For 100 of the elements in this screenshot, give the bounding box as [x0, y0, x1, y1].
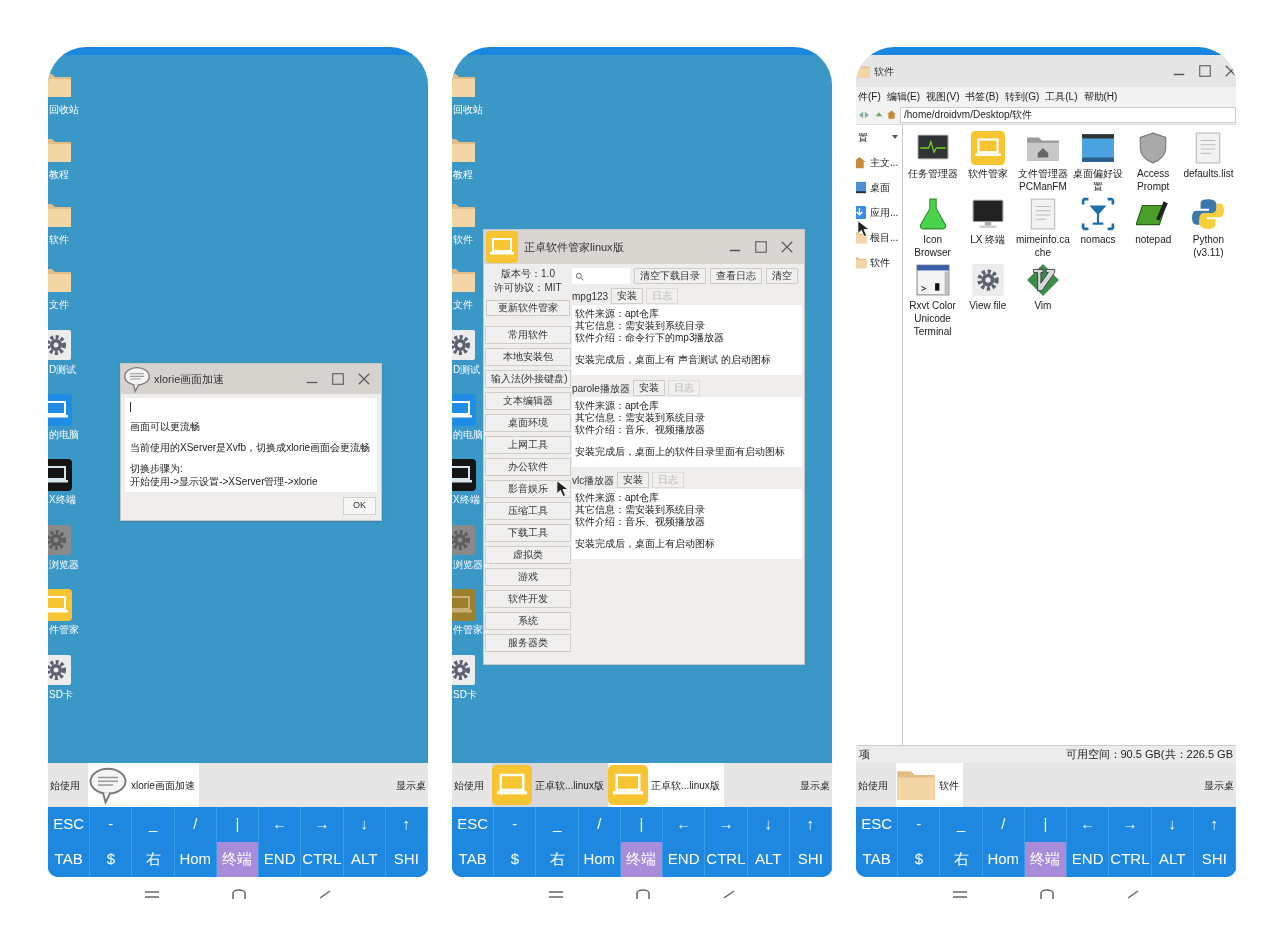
menu-item[interactable]: 书签(B): [965, 88, 999, 104]
terminal-icon[interactable]: [915, 263, 950, 297]
file-label[interactable]: Python (v3.11): [1181, 233, 1236, 259]
menu-icon[interactable]: [143, 889, 160, 899]
toolbar-button[interactable]: 清空下载目录: [634, 268, 706, 284]
file-label[interactable]: notepad: [1126, 233, 1181, 246]
taskbar-item[interactable]: xlorie画面加速: [88, 763, 199, 807]
category-button[interactable]: 压缩工具: [485, 502, 571, 520]
keyboard-key[interactable]: TAB: [856, 842, 899, 877]
show-desktop-button[interactable]: 显示桌: [396, 777, 426, 793]
start-button[interactable]: 始使用: [50, 777, 80, 793]
start-button[interactable]: 始使用: [858, 777, 888, 793]
file-label[interactable]: Icon Browser: [905, 233, 960, 259]
keyboard-key[interactable]: CTRL: [705, 842, 748, 877]
install-button[interactable]: 安装: [632, 380, 665, 396]
close-icon[interactable]: [780, 240, 794, 254]
file-label[interactable]: LX 终端: [960, 233, 1015, 246]
keyboard-key[interactable]: TAB: [48, 842, 91, 877]
file-label[interactable]: 文件管理器 PCManFM: [1015, 167, 1070, 193]
file-label[interactable]: Rxvt Color Unicode Terminal: [905, 299, 960, 338]
toolbar-button[interactable]: 清空: [766, 268, 798, 284]
keyboard-key[interactable]: CTRL: [1109, 842, 1152, 877]
close-icon[interactable]: [1224, 64, 1236, 78]
menu-item[interactable]: 工具(L): [1045, 88, 1078, 104]
keyboard-key[interactable]: CTRL: [301, 842, 344, 877]
menu-icon[interactable]: [547, 889, 564, 899]
path-field[interactable]: /home/droidvm/Desktop/软件: [900, 106, 1236, 123]
taskbar-item[interactable]: 正卓软...linux版: [492, 763, 608, 807]
place-item[interactable]: 根目...: [870, 229, 899, 245]
file-label[interactable]: 软件管家: [960, 167, 1015, 180]
category-button[interactable]: 常用软件: [485, 326, 571, 344]
file-label[interactable]: 任务管理器: [905, 167, 960, 180]
gear-icon[interactable]: [48, 329, 72, 361]
cocktail-glass-icon[interactable]: [1081, 197, 1116, 231]
file-label[interactable]: defaults.list: [1181, 167, 1236, 180]
download-icon[interactable]: [856, 204, 867, 220]
home-icon[interactable]: [231, 889, 247, 899]
install-button[interactable]: 安装: [611, 288, 644, 304]
category-button[interactable]: 服务器类: [485, 634, 571, 652]
category-button[interactable]: 系统: [485, 612, 571, 630]
v-logo-icon[interactable]: [1025, 263, 1060, 297]
file-label[interactable]: nomacs: [1071, 233, 1126, 246]
category-button[interactable]: 桌面环境: [485, 414, 571, 432]
place-item[interactable]: 桌面: [870, 179, 890, 195]
dropdown-caret-icon[interactable]: [892, 135, 898, 139]
gear-icon[interactable]: [452, 654, 476, 686]
maximize-icon[interactable]: [1198, 64, 1212, 78]
category-button[interactable]: 输入法(外接键盘): [485, 370, 571, 388]
category-button[interactable]: 虚拟类: [485, 546, 571, 564]
file-label[interactable]: Access Prompt: [1126, 167, 1181, 193]
file-label[interactable]: 桌面偏好设置: [1071, 167, 1126, 193]
category-button[interactable]: 办公软件: [485, 458, 571, 476]
monitor-icon[interactable]: [970, 197, 1005, 231]
keyboard-key[interactable]: TAB: [452, 842, 495, 877]
window-icon[interactable]: [1081, 131, 1116, 165]
house-icon[interactable]: [886, 109, 897, 120]
update-button[interactable]: 更新软件管家: [486, 300, 570, 316]
gear-icon[interactable]: [452, 329, 476, 361]
snake-logo-icon[interactable]: [1191, 197, 1226, 231]
gear-icon[interactable]: [48, 654, 72, 686]
category-button[interactable]: 游戏: [485, 568, 571, 586]
places-header[interactable]: 置: [858, 129, 868, 145]
back-icon[interactable]: [318, 889, 333, 899]
window-icon[interactable]: [856, 179, 867, 195]
menu-icon[interactable]: [951, 889, 968, 899]
taskbar-item[interactable]: 正卓软...linux版: [607, 763, 724, 807]
back-icon[interactable]: [1126, 889, 1141, 899]
category-button[interactable]: 本地安装包: [485, 348, 571, 366]
menu-item[interactable]: 帮助(H): [1083, 88, 1118, 104]
laptop-icon[interactable]: [48, 459, 72, 491]
show-desktop-button[interactable]: 显示桌: [800, 777, 830, 793]
back-icon[interactable]: [722, 889, 737, 899]
home-icon[interactable]: [1039, 889, 1055, 899]
file-label[interactable]: mimeinfo.cache: [1015, 233, 1070, 259]
place-item[interactable]: 软件: [870, 254, 890, 270]
category-button[interactable]: 上网工具: [485, 436, 571, 454]
file-label[interactable]: View file: [960, 299, 1015, 312]
house-icon[interactable]: [856, 154, 867, 170]
home-icon[interactable]: [635, 889, 651, 899]
close-icon[interactable]: [357, 372, 371, 386]
file-label[interactable]: Vim: [1015, 299, 1070, 312]
menu-item[interactable]: 编辑(E): [886, 88, 921, 104]
menu-item[interactable]: 转到(G): [1004, 88, 1040, 104]
maximize-icon[interactable]: [754, 240, 768, 254]
taskbar-item[interactable]: 软件: [896, 763, 963, 807]
menu-item[interactable]: 视图(V): [926, 88, 960, 104]
ok-button[interactable]: OK: [343, 497, 376, 515]
category-button[interactable]: 软件开发: [485, 590, 571, 608]
toolbar-button[interactable]: 查看日志: [710, 268, 762, 284]
menu-item[interactable]: 件(F): [858, 88, 881, 104]
category-button[interactable]: 文本编辑器: [485, 392, 571, 410]
place-item[interactable]: 应用...: [870, 204, 899, 220]
laptop-icon[interactable]: [452, 459, 476, 491]
category-button[interactable]: 影音娱乐: [485, 480, 571, 498]
search-field[interactable]: [572, 268, 630, 284]
gear-icon[interactable]: [970, 263, 1005, 297]
category-button[interactable]: 下载工具: [485, 524, 571, 542]
install-button[interactable]: 安装: [617, 472, 650, 488]
start-button[interactable]: 始使用: [454, 777, 484, 793]
place-item[interactable]: 主文...: [870, 154, 899, 170]
